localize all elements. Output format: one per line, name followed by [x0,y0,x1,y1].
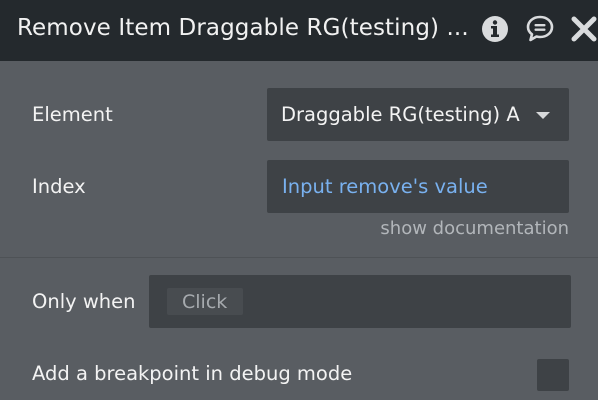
index-dynamic-value[interactable]: Input remove's value [282,175,488,198]
breakpoint-label: Add a breakpoint in debug mode [32,362,353,385]
panel-title: Remove Item Draggable RG(testing) ... [17,15,469,41]
close-icon[interactable] [569,14,598,44]
element-label: Element [32,103,113,126]
show-documentation-link[interactable]: show documentation [380,218,569,239]
breakpoint-checkbox[interactable] [537,359,569,391]
only-when-label: Only when [32,290,136,313]
condition-placeholder-chip[interactable]: Click [167,288,243,315]
condition-placeholder-text: Click [182,291,228,313]
panel-header: Remove Item Draggable RG(testing) ... [0,0,598,61]
chevron-down-icon [536,112,550,119]
comment-icon[interactable] [525,14,555,44]
section-divider [0,257,598,258]
only-when-field[interactable]: Click [149,275,571,328]
action-panel: Remove Item Draggable RG(testing) ... El… [0,0,598,400]
index-field[interactable]: Input remove's value [267,160,569,213]
info-icon[interactable] [480,14,510,44]
element-dropdown[interactable]: Draggable RG(testing) A [267,88,569,141]
element-dropdown-value: Draggable RG(testing) A [281,103,520,126]
index-label: Index [32,175,86,198]
